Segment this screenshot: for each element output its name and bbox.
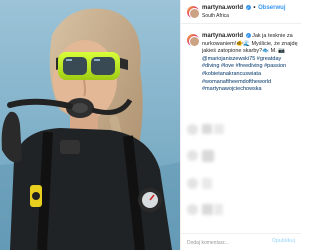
caption-verified-badge-icon: ✓ — [245, 33, 251, 39]
verified-badge-icon: ✓ — [245, 5, 251, 10]
caption-text-segment: nurkowaniem!🐠🌊 Myślicie, że — [202, 40, 282, 47]
add-comment-bar: Opublikuj — [181, 233, 301, 250]
comment-blurred — [202, 150, 214, 162]
caption-hashtags[interactable]: #womanaftheemdoftheworld — [202, 79, 271, 85]
post-comment-button[interactable]: Opublikuj — [272, 238, 295, 244]
post-sidebar: martyna.world ✓ • Obserwuj South Africa … — [180, 0, 301, 250]
comment-blurred — [202, 204, 213, 215]
header-username-row: martyna.world ✓ • Obserwuj — [202, 5, 285, 11]
comment-blurred — [214, 124, 224, 134]
post-header: martyna.world ✓ • Obserwuj South Africa — [181, 0, 301, 24]
post-photo[interactable] — [0, 0, 180, 250]
post-location[interactable]: South Africa — [202, 13, 229, 19]
comment-avatar-blurred — [187, 150, 198, 161]
comment-avatar-blurred — [187, 124, 198, 135]
comment-blurred — [202, 124, 212, 134]
caption-hashtags[interactable]: #martynawojciechowska — [202, 86, 262, 92]
caption-body: Jak ja tesknie za nurkowaniem!🐠🌊 Myślici… — [202, 33, 298, 92]
author-avatar[interactable] — [187, 6, 200, 19]
comment-blurred — [202, 178, 212, 189]
comment-blurred — [214, 204, 223, 215]
post-caption: martyna.world ✓ Jak ja tesknie za nurkow… — [181, 26, 301, 118]
comment-avatar-blurred — [187, 204, 198, 215]
caption-text-segment: Jak ja tesknie za — [252, 33, 293, 39]
caption-author-avatar[interactable] — [187, 34, 200, 47]
comment-avatar-blurred — [187, 178, 198, 189]
comment-input[interactable] — [187, 238, 277, 247]
caption-text: martyna.world ✓ Jak ja tesknie za nurkow… — [202, 33, 299, 94]
author-username[interactable]: martyna.world — [202, 5, 243, 11]
caption-username[interactable]: martyna.world — [202, 33, 243, 39]
diver-photo — [0, 0, 180, 250]
follow-button[interactable]: Obserwuj — [258, 5, 285, 11]
separator-dot: • — [253, 5, 256, 12]
